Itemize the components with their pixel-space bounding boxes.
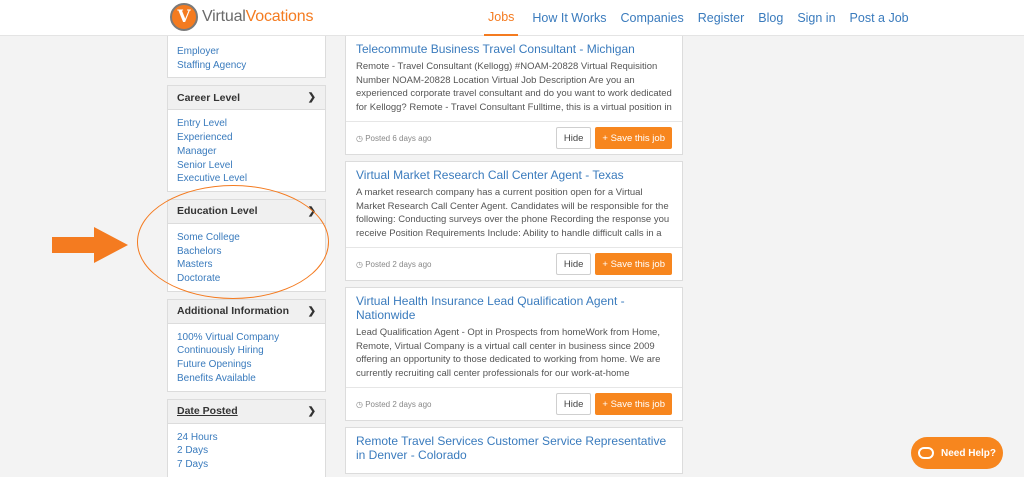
save-job-button[interactable]: + Save this job (595, 127, 672, 149)
posted-date: ◷ Posted 2 days ago (356, 259, 432, 269)
annotation-arrow (52, 227, 128, 263)
nav-sign-in[interactable]: Sign in (797, 1, 835, 35)
filter-header[interactable]: Date Posted ❯ (168, 399, 325, 424)
site-header: V VirtualVocations Jobs How It Works Com… (0, 0, 1024, 36)
save-job-button[interactable]: + Save this job (595, 393, 672, 415)
nav-post-a-job[interactable]: Post a Job (850, 1, 909, 35)
filter-link-staffing-agency[interactable]: Staffing Agency (177, 59, 316, 73)
filter-link-employer[interactable]: Employer (177, 45, 316, 59)
job-card: Remote Travel Services Customer Service … (345, 427, 683, 474)
filter-title: Career Level (177, 91, 241, 104)
job-list: Telecommute Business Travel Consultant -… (345, 36, 683, 477)
clock-icon: ◷ (356, 399, 363, 409)
filter-link[interactable]: Senior Level (177, 159, 316, 173)
job-card: Virtual Health Insurance Lead Qualificat… (345, 287, 683, 421)
job-card: Telecommute Business Travel Consultant -… (345, 36, 683, 155)
job-description: A market research company has a current … (356, 187, 670, 239)
need-help-button[interactable]: Need Help? (911, 437, 1003, 469)
job-title-link[interactable]: Remote Travel Services Customer Service … (356, 434, 672, 462)
logo-badge: V (170, 3, 198, 31)
nav-jobs[interactable]: Jobs (484, 0, 519, 36)
filter-link[interactable]: 7 Days (177, 458, 316, 472)
filter-link[interactable]: Benefits Available (177, 372, 316, 386)
chat-icon (917, 447, 934, 459)
hide-button[interactable]: Hide (555, 393, 592, 415)
filter-link[interactable]: Continuously Hiring (177, 344, 316, 358)
logo-text: VirtualVocations (202, 8, 314, 25)
job-card: Virtual Market Research Call Center Agen… (345, 161, 683, 281)
filter-link[interactable]: Manager (177, 145, 316, 159)
posted-date: ◷ Posted 6 days ago (356, 133, 432, 143)
filter-title: Date Posted (177, 405, 238, 418)
filter-header[interactable]: Additional Information ❯ (168, 299, 325, 324)
filter-link[interactable]: Executive Level (177, 172, 316, 186)
main-nav: Jobs How It Works Companies Register Blo… (484, 0, 923, 36)
filter-link[interactable]: Future Openings (177, 358, 316, 372)
filter-title: Additional Information (177, 305, 289, 318)
nav-register[interactable]: Register (698, 1, 745, 35)
save-job-button[interactable]: + Save this job (595, 253, 672, 275)
clock-icon: ◷ (356, 259, 363, 269)
clock-icon: ◷ (356, 133, 363, 143)
hide-button[interactable]: Hide (555, 253, 592, 275)
nav-how-it-works[interactable]: How It Works (532, 1, 606, 35)
filter-career-level: Career Level ❯ Entry Level Experienced M… (167, 85, 326, 192)
job-title-link[interactable]: Virtual Health Insurance Lead Qualificat… (356, 294, 672, 322)
filter-link[interactable]: 100% Virtual Company (177, 331, 316, 345)
chevron-down-icon: ❯ (307, 305, 316, 317)
filter-employer-type: Employer Staffing Agency (167, 36, 326, 79)
filter-link[interactable]: 24 Hours (177, 431, 316, 445)
hide-button[interactable]: Hide (555, 127, 592, 149)
filter-date-posted: Date Posted ❯ 24 Hours 2 Days 7 Days (167, 398, 326, 477)
filter-additional-information: Additional Information ❯ 100% Virtual Co… (167, 298, 326, 392)
need-help-label: Need Help? (940, 447, 996, 459)
posted-date: ◷ Posted 2 days ago (356, 399, 432, 409)
chevron-down-icon: ❯ (307, 405, 316, 417)
job-title-link[interactable]: Virtual Market Research Call Center Agen… (356, 168, 672, 182)
filter-link[interactable]: 2 Days (177, 444, 316, 458)
filter-link[interactable]: Entry Level (177, 117, 316, 131)
nav-companies[interactable]: Companies (621, 1, 684, 35)
filter-header[interactable]: Career Level ❯ (168, 86, 325, 111)
chevron-down-icon: ❯ (307, 92, 316, 104)
nav-blog[interactable]: Blog (758, 1, 783, 35)
job-description: Lead Qualification Agent - Opt in Prospe… (356, 327, 661, 379)
filter-link[interactable]: Experienced (177, 131, 316, 145)
job-title-link[interactable]: Telecommute Business Travel Consultant -… (356, 42, 672, 56)
annotation-circle (137, 185, 329, 299)
job-description: Remote - Travel Consultant (Kellogg) #NO… (356, 61, 672, 113)
site-logo[interactable]: V VirtualVocations (170, 3, 313, 31)
